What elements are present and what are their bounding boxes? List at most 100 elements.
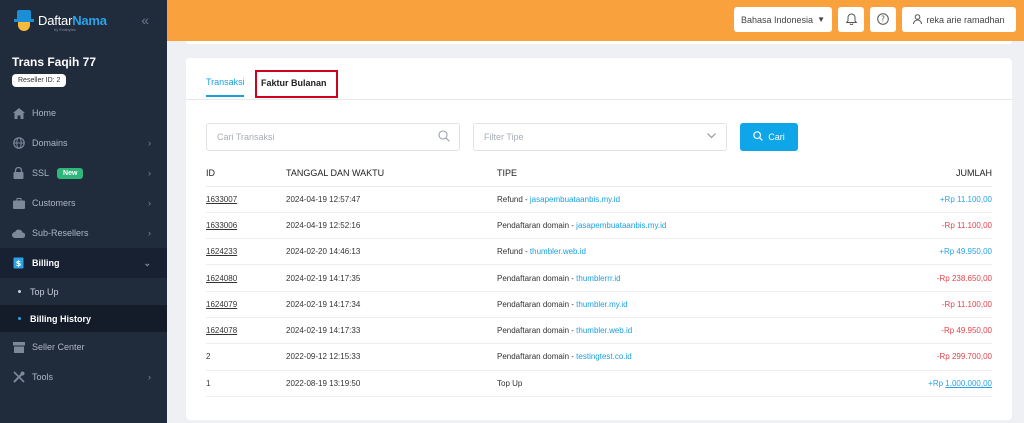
sidebar-item-home[interactable]: Home — [0, 98, 167, 128]
domain-link[interactable]: jasapembuataanbis.my.id — [530, 195, 620, 204]
transaction-id-link[interactable]: 1624078 — [206, 326, 237, 335]
sidebar-item-billing[interactable]: $ Billing ⌄ — [0, 248, 167, 278]
sidebar-subitem-top-up[interactable]: Top Up — [0, 278, 167, 305]
chevron-right-icon: › — [148, 138, 151, 148]
sidebar-item-label: Seller Center — [32, 342, 85, 352]
reseller-id-badge: Reseller ID: 2 — [12, 74, 67, 87]
transaction-datetime: 2024-02-19 14:17:35 — [286, 264, 497, 292]
brand[interactable]: DaftarNama by Exabytes « — [0, 0, 167, 41]
transaction-datetime: 2022-09-12 12:15:33 — [286, 343, 497, 371]
transaction-datetime: 2024-04-19 12:57:47 — [286, 186, 497, 213]
transaction-id: 1 — [206, 370, 286, 397]
cloud-icon — [12, 227, 25, 240]
sidebar-item-label: Billing — [32, 258, 60, 268]
amount-link[interactable]: 1.000.000,00 — [945, 379, 992, 388]
transaction-type: Pendaftaran domain - thumbler.my.id — [497, 291, 857, 318]
tab-faktur-bulanan[interactable]: Faktur Bulanan — [261, 78, 327, 88]
sidebar-item-tools[interactable]: Tools › — [0, 362, 167, 392]
transactions-table: ID TANGGAL DAN WAKTU TIPE JUMLAH 1633007… — [206, 160, 992, 397]
transaction-type: Pendaftaran domain - thumbler.web.id — [497, 317, 857, 345]
chevron-down-icon — [706, 130, 717, 143]
logo-icon — [14, 9, 34, 32]
store-icon — [12, 341, 25, 354]
sidebar-item-label: Domains — [32, 138, 68, 148]
transaction-id-link[interactable]: 1624233 — [206, 247, 237, 256]
transaction-datetime: 2024-04-19 12:52:16 — [286, 212, 497, 240]
table-row: 1624078 2024-02-19 14:17:33 Pendaftaran … — [206, 317, 992, 345]
sidebar-item-label: Tools — [32, 372, 54, 382]
domain-link[interactable]: jasapembuataanbis.my.id — [576, 221, 666, 230]
logo-subtitle: by Exabytes — [54, 27, 76, 32]
tab-transaksi[interactable]: Transaksi — [206, 77, 245, 87]
top-header: Bahasa Indonesia ▼ ? reka arie ramadhan — [167, 0, 1024, 41]
sidebar: DaftarNama by Exabytes « Trans Faqih 77 … — [0, 0, 167, 423]
column-header-id: ID — [206, 160, 286, 187]
domain-link[interactable]: thumbler.my.id — [576, 300, 627, 309]
transaction-amount: -Rp 11.100,00 — [856, 291, 992, 318]
transaction-datetime: 2022-08-19 13:19:50 — [286, 370, 497, 397]
sidebar-subitem-billing-history[interactable]: Billing History — [0, 305, 167, 332]
search-field — [206, 123, 460, 151]
logo-text: DaftarNama — [38, 13, 107, 28]
domain-link[interactable]: testingtest.co.id — [576, 352, 632, 361]
caret-down-icon: ▼ — [817, 15, 825, 24]
invoice-icon: $ — [12, 257, 25, 270]
type-filter-input[interactable] — [484, 132, 684, 142]
search-input[interactable] — [217, 132, 417, 142]
domain-link[interactable]: thumbler.web.id — [576, 326, 632, 335]
sidebar-nav: Home Domains › SSL New › Customers › Sub… — [0, 98, 167, 392]
domain-link[interactable]: thumbler.web.id — [530, 247, 586, 256]
transaction-amount: +Rp 1.000.000,00 — [856, 370, 992, 397]
sidebar-item-label: Home — [32, 108, 57, 118]
domain-link[interactable]: thumblerrr.id — [576, 274, 620, 283]
column-header-type: TIPE — [497, 160, 857, 187]
transaction-datetime: 2024-02-19 14:17:33 — [286, 317, 497, 345]
home-icon — [12, 107, 25, 120]
new-badge: New — [57, 167, 84, 179]
sidebar-item-sub-resellers[interactable]: Sub-Resellers › — [0, 218, 167, 248]
transaction-type: Pendaftaran domain - thumblerrr.id — [497, 264, 857, 292]
transaction-amount: -Rp 299.700,00 — [856, 343, 992, 371]
user-icon — [913, 13, 923, 26]
bullet-icon — [18, 290, 21, 293]
active-tab-indicator — [206, 95, 244, 97]
search-icon — [438, 130, 450, 144]
search-button[interactable]: Cari — [740, 123, 798, 151]
transaction-id-link[interactable]: 1633007 — [206, 195, 237, 204]
help-button[interactable]: ? — [870, 7, 896, 32]
svg-text:?: ? — [881, 14, 885, 23]
sidebar-item-label: Customers — [32, 198, 76, 208]
sidebar-item-customers[interactable]: Customers › — [0, 188, 167, 218]
transaction-type: Pendaftaran domain - jasapembuataanbis.m… — [497, 212, 857, 240]
type-filter-select[interactable] — [473, 123, 727, 151]
transaction-amount: -Rp 11.100,00 — [856, 212, 992, 240]
sidebar-item-label: Sub-Resellers — [32, 228, 89, 238]
transaction-datetime: 2024-02-19 14:17:34 — [286, 291, 497, 318]
sidebar-item-seller-center[interactable]: Seller Center — [0, 332, 167, 362]
highlight-box: Faktur Bulanan — [255, 70, 338, 98]
table-row: 1 2022-08-19 13:19:50 Top Up +Rp 1.000.0… — [206, 370, 992, 397]
search-button-label: Cari — [768, 132, 785, 142]
transaction-amount: -Rp 238.650,00 — [856, 264, 992, 292]
table-row: 1624233 2024-02-20 14:46:13 Refund - thu… — [206, 238, 992, 266]
notifications-button[interactable] — [838, 7, 864, 32]
transaction-amount: +Rp 49.950,00 — [856, 238, 992, 266]
transaction-id-link[interactable]: 1624080 — [206, 274, 237, 283]
transaction-id-link[interactable]: 1624079 — [206, 300, 237, 309]
table-row: 2 2022-09-12 12:15:33 Pendaftaran domain… — [206, 343, 992, 371]
table-row: 1633007 2024-04-19 12:57:47 Refund - jas… — [206, 186, 992, 213]
sidebar-item-ssl[interactable]: SSL New › — [0, 158, 167, 188]
sidebar-item-domains[interactable]: Domains › — [0, 128, 167, 158]
tab-divider — [186, 99, 1012, 100]
transaction-id-link[interactable]: 1633006 — [206, 221, 237, 230]
account-name: Trans Faqih 77 — [12, 55, 97, 69]
user-menu[interactable]: reka arie ramadhan — [902, 7, 1016, 32]
collapse-sidebar-icon[interactable]: « — [141, 12, 149, 28]
billing-history-card: Transaksi Faktur Bulanan Cari ID TANGGAL… — [186, 58, 1012, 420]
tools-icon — [12, 371, 25, 384]
sidebar-item-label: Top Up — [30, 286, 59, 297]
language-select[interactable]: Bahasa Indonesia ▼ — [734, 7, 832, 32]
search-icon — [753, 131, 764, 143]
table-row: 1624079 2024-02-19 14:17:34 Pendaftaran … — [206, 291, 992, 318]
column-header-amount: JUMLAH — [856, 160, 992, 187]
